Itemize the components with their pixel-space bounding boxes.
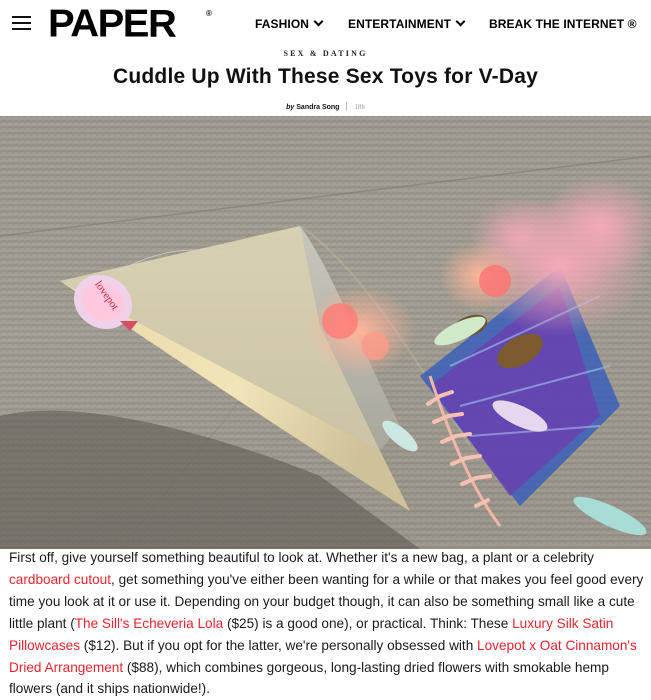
site-logo[interactable]: PAPER <box>48 2 177 45</box>
chevron-down-icon <box>313 16 324 27</box>
site-header: PAPER ® FASHION ENTERTAINMENT BREAK THE … <box>0 0 651 48</box>
byline-divider <box>346 102 348 111</box>
article-body-paragraph: First off, give yourself something beaut… <box>9 547 649 700</box>
nav-fashion-label: FASHION <box>255 17 310 31</box>
chevron-down-icon <box>455 16 466 27</box>
publish-time: 18h <box>354 103 365 111</box>
body-text-3: ($25) is a good one), or practical. Thin… <box>223 615 513 631</box>
byline-prefix: by <box>286 104 295 111</box>
hero-image: lovepot <box>0 116 651 549</box>
article-title: Cuddle Up With These Sex Toys for V-Day <box>113 65 538 88</box>
menu-icon[interactable] <box>12 16 31 31</box>
nav-fashion[interactable]: FASHION <box>255 16 324 31</box>
byline: by Sandra Song 18h <box>0 102 651 111</box>
article-category[interactable]: SEX & DATING <box>0 49 651 58</box>
registered-mark: ® <box>206 9 212 18</box>
link-cardboard-cutout[interactable]: cardboard cutout <box>9 572 111 587</box>
nav-break-the-internet-label: BREAK THE INTERNET ® <box>489 17 637 31</box>
body-text-1: First off, give yourself something beaut… <box>9 550 594 565</box>
nav-entertainment-label: ENTERTAINMENT <box>348 17 452 31</box>
author-link[interactable]: Sandra Song <box>296 104 339 111</box>
nav-break-the-internet[interactable]: BREAK THE INTERNET ® <box>489 17 637 31</box>
link-echeveria-lola[interactable]: The Sill's Echeveria Lola <box>75 616 223 631</box>
nav-entertainment[interactable]: ENTERTAINMENT <box>348 16 466 31</box>
body-text-4: ($12). But if you opt for the latter, we… <box>80 637 478 653</box>
